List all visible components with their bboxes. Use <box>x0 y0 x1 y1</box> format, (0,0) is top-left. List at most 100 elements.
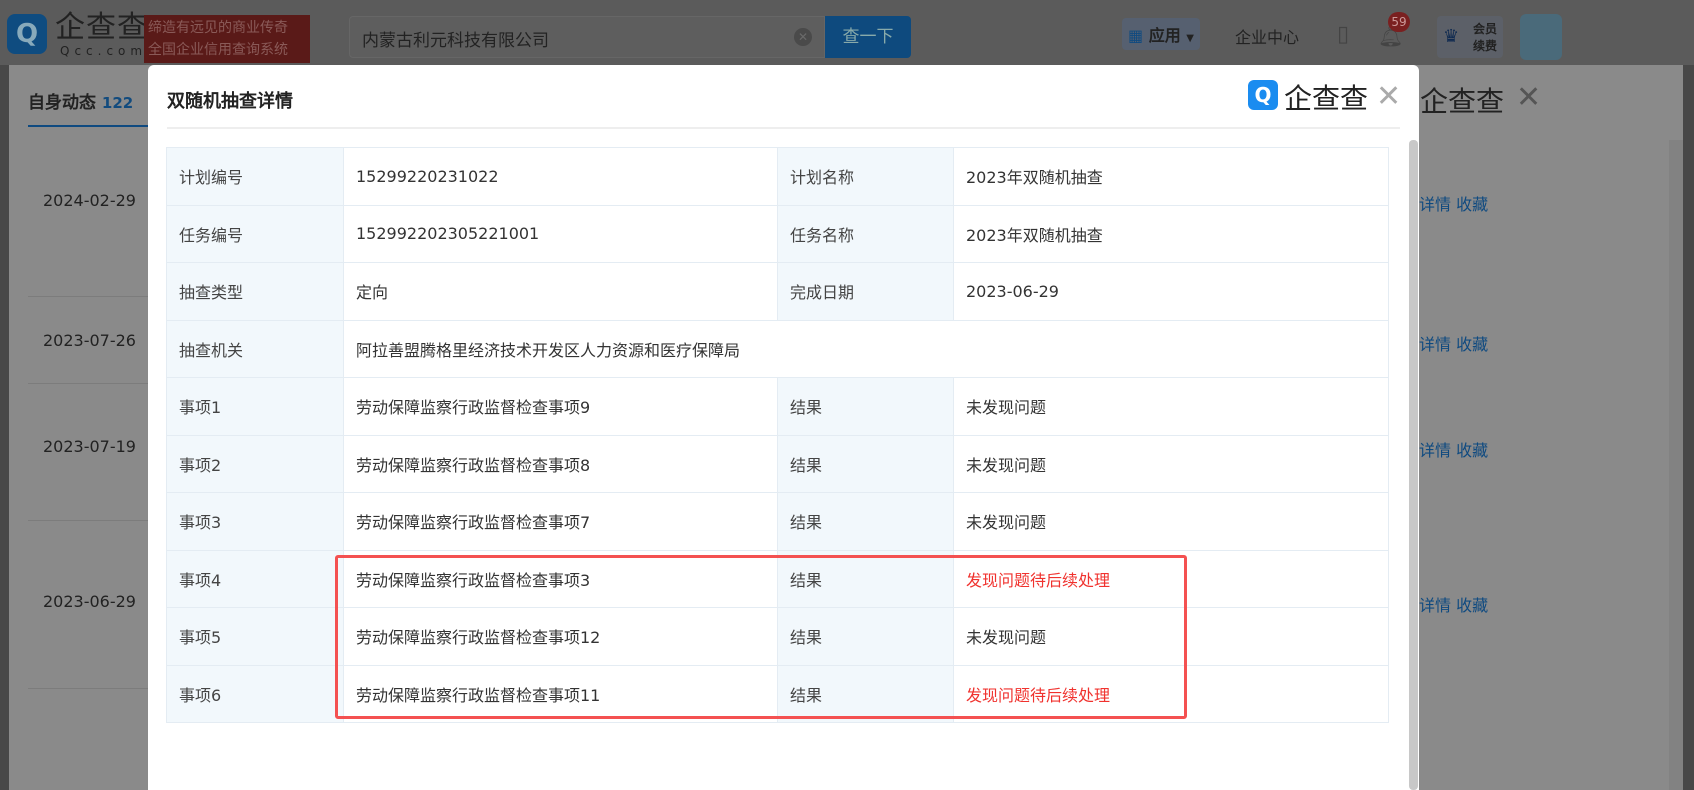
field-value: 劳动保障监察行政监督检查事项7 <box>343 492 778 551</box>
crown-icon: ♛ <box>1443 26 1460 47</box>
modal-brand: 企查查 <box>1284 82 1369 115</box>
field-value: 未发现问题 <box>953 492 1389 551</box>
avatar[interactable] <box>1520 14 1562 60</box>
qcc-logo-icon[interactable]: Q <box>7 14 47 54</box>
search-value: 内蒙古利元科技有限公司 <box>362 31 549 51</box>
table-row: 事项3 劳动保障监察行政监督检查事项7 结果 未发现问题 <box>166 492 1389 551</box>
caret-down-icon: ▼ <box>1186 33 1194 44</box>
collect-link[interactable]: 收藏 <box>1456 335 1488 354</box>
detail-link[interactable]: 详情 <box>1419 335 1451 354</box>
field-value: 未发现问题 <box>953 607 1389 666</box>
field-label: 结果 <box>777 377 954 436</box>
divider <box>28 296 152 297</box>
field-label: 结果 <box>777 549 954 608</box>
page-scrollbar[interactable] <box>1669 140 1683 790</box>
field-value: 劳动保障监察行政监督检查事项3 <box>343 549 778 608</box>
divider <box>28 688 152 689</box>
table-row: 事项4 劳动保障监察行政监督检查事项3 结果 发现问题待后续处理 <box>166 549 1389 608</box>
list-date: 2024-02-29 <box>43 191 136 210</box>
field-value: 2023年双随机抽查 <box>953 147 1389 206</box>
field-value: 劳动保障监察行政监督检查事项11 <box>343 664 778 723</box>
apps-label: 应用 <box>1148 26 1181 45</box>
field-value: 发现问题待后续处理 <box>953 549 1389 608</box>
collect-link[interactable]: 收藏 <box>1456 596 1488 615</box>
field-value: 2023-06-29 <box>953 262 1389 321</box>
list-date: 2023-07-26 <box>43 331 136 350</box>
field-value: 未发现问题 <box>953 377 1389 436</box>
field-label: 结果 <box>777 664 954 723</box>
divider <box>28 383 152 384</box>
field-label: 结果 <box>777 434 954 493</box>
field-label: 计划名称 <box>777 147 954 206</box>
field-value: 2023年双随机抽查 <box>953 204 1389 263</box>
field-label: 任务名称 <box>777 204 954 263</box>
table-row: 事项2 劳动保障监察行政监督检查事项8 结果 未发现问题 <box>166 434 1389 493</box>
table-row: 事项1 劳动保障监察行政监督检查事项9 结果 未发现问题 <box>166 377 1389 436</box>
spot-check-detail-modal: 双随机抽查详情 Q 企查查 ✕ 计划编号 15299220231022 计划名称 20… <box>148 65 1419 790</box>
logo-text: 企查查 <box>55 10 148 45</box>
table-row: 事项5 劳动保障监察行政监督检查事项12 结果 未发现问题 <box>166 607 1389 666</box>
page-edge-right <box>1683 65 1694 790</box>
field-label: 事项5 <box>166 607 344 666</box>
field-value: 152992202305221001 <box>343 204 778 263</box>
tab-self-updates[interactable]: 自身动态 122 <box>28 88 133 113</box>
page-edge-left <box>0 65 9 790</box>
row-actions: 详情 收藏 <box>1419 437 1488 461</box>
field-label: 抽查机关 <box>166 319 344 378</box>
table-row: 计划编号 15299220231022 计划名称 2023年双随机抽查 <box>166 147 1389 206</box>
divider <box>28 520 152 521</box>
search-button[interactable]: 查一下 <box>825 16 911 58</box>
phone-icon[interactable]: ▯ <box>1337 22 1349 47</box>
field-value: 15299220231022 <box>343 147 778 206</box>
close-icon[interactable]: ✕ <box>1376 79 1401 114</box>
apps-menu[interactable]: ▦ 应用 ▼ <box>1122 18 1200 50</box>
row-actions: 详情 收藏 <box>1419 191 1488 215</box>
field-label: 任务编号 <box>166 204 344 263</box>
slogan-line-2: 全国企业信用查询系统 <box>148 42 288 58</box>
field-value: 定向 <box>343 262 778 321</box>
vip-label-2: 续费 <box>1473 39 1498 53</box>
field-label: 完成日期 <box>777 262 954 321</box>
field-value: 未发现问题 <box>953 434 1389 493</box>
vip-label-1: 会员 <box>1473 22 1498 36</box>
field-value: 发现问题待后续处理 <box>953 664 1389 723</box>
collect-link[interactable]: 收藏 <box>1456 441 1488 460</box>
field-label: 计划编号 <box>166 147 344 206</box>
tab-label: 自身动态 <box>28 93 96 113</box>
collect-link[interactable]: 收藏 <box>1456 195 1488 214</box>
vip-renew-button[interactable]: ♛ 会员续费 <box>1437 16 1503 58</box>
detail-link[interactable]: 详情 <box>1419 195 1451 214</box>
list-date: 2023-07-19 <box>43 437 136 456</box>
field-value: 阿拉善盟腾格里经济技术开发区人力资源和医疗保障局 <box>343 319 1389 378</box>
modal-scrollbar[interactable] <box>1409 140 1418 790</box>
tab-underline <box>28 125 152 127</box>
detail-table: 计划编号 15299220231022 计划名称 2023年双随机抽查 任务编号 1529… <box>166 147 1389 723</box>
field-label: 事项3 <box>166 492 344 551</box>
enterprise-center-link[interactable]: 企业中心 <box>1235 24 1299 48</box>
detail-link[interactable]: 详情 <box>1419 441 1451 460</box>
list-date: 2023-06-29 <box>43 592 136 611</box>
field-label: 事项6 <box>166 664 344 723</box>
notification-badge: 59 <box>1388 12 1410 32</box>
field-label: 抽查类型 <box>166 262 344 321</box>
field-label: 事项4 <box>166 549 344 608</box>
field-label: 结果 <box>777 607 954 666</box>
slogan-banner: 缔造有远见的商业传奇 全国企业信用查询系统 <box>144 15 310 63</box>
brand-text: 企查查 <box>1420 85 1505 118</box>
close-icon[interactable]: ✕ <box>1516 80 1541 115</box>
clear-icon[interactable]: ✕ <box>794 28 812 46</box>
search-input[interactable]: 内蒙古利元科技有限公司 ✕ <box>349 16 825 58</box>
field-label: 结果 <box>777 492 954 551</box>
field-value: 劳动保障监察行政监督检查事项8 <box>343 434 778 493</box>
detail-link[interactable]: 详情 <box>1419 596 1451 615</box>
table-row: 抽查类型 定向 完成日期 2023-06-29 <box>166 262 1389 321</box>
top-navbar: Q 企查查 Qcc.com 缔造有远见的商业传奇 全国企业信用查询系统 内蒙古利元… <box>0 0 1694 65</box>
table-row: 抽查机关 阿拉善盟腾格里经济技术开发区人力资源和医疗保障局 <box>166 319 1389 378</box>
slogan-line-1: 缔造有远见的商业传奇 <box>148 20 288 36</box>
table-row: 事项6 劳动保障监察行政监督检查事项11 结果 发现问题待后续处理 <box>166 664 1389 723</box>
grid-icon: ▦ <box>1128 26 1144 45</box>
row-actions: 详情 收藏 <box>1419 592 1488 616</box>
divider <box>167 127 1400 129</box>
field-value: 劳动保障监察行政监督检查事项12 <box>343 607 778 666</box>
field-label: 事项1 <box>166 377 344 436</box>
